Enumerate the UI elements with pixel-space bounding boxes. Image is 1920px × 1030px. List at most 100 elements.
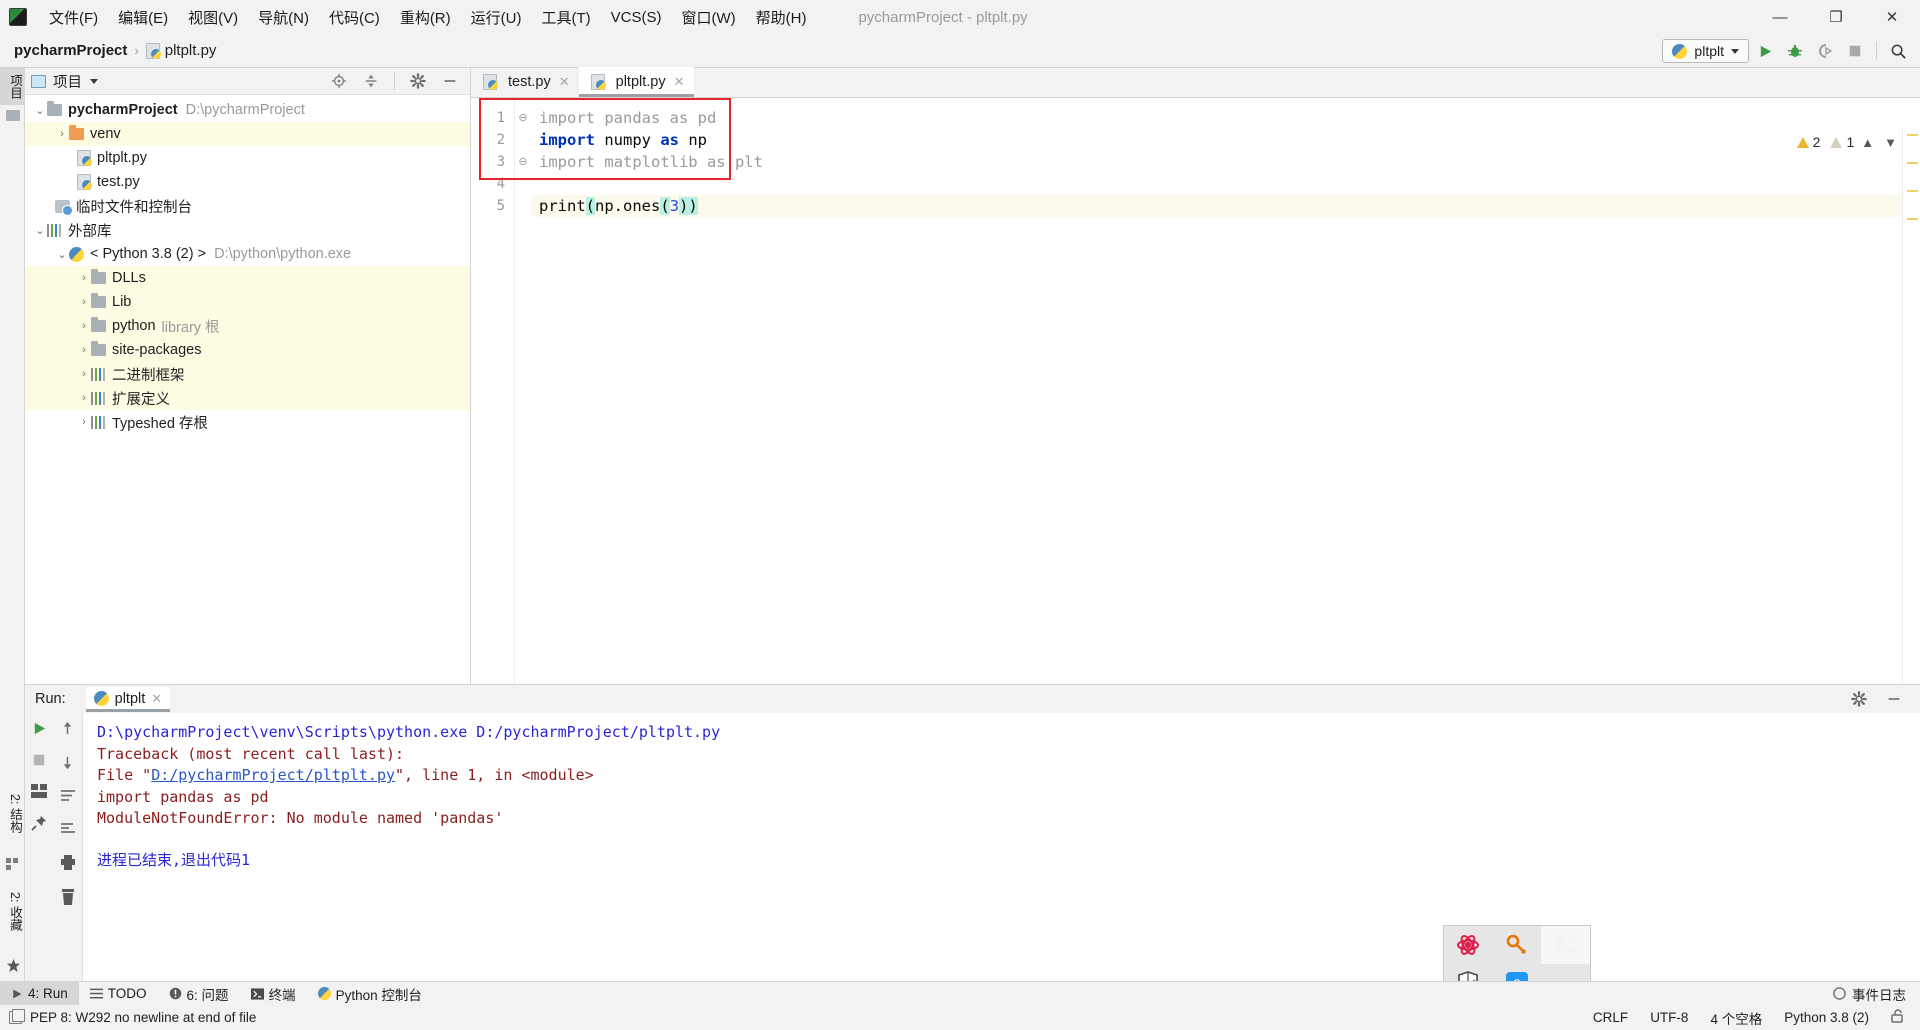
close-button[interactable]: ✕ — [1864, 0, 1920, 34]
scroll-down-button[interactable] — [60, 755, 75, 775]
chevron-right-icon[interactable]: › — [77, 416, 91, 428]
editor-tab-test-py[interactable]: test.py ✕ — [471, 67, 579, 97]
tree-row-lib[interactable]: › Lib — [25, 290, 470, 314]
fold-marker[interactable]: ⊖ — [515, 107, 531, 129]
chevron-down-icon[interactable]: ⌄ — [33, 104, 47, 117]
tree-row-test-py[interactable]: test.py — [25, 170, 470, 194]
tree-row-pycharmproject[interactable]: ⌄ pycharmProject D:\pycharmProject — [25, 98, 470, 122]
coverage-button[interactable] — [1811, 37, 1839, 65]
editor-tab-pltplt-py[interactable]: pltplt.py ✕ — [578, 67, 694, 97]
interpreter-indicator[interactable]: Python 3.8 (2) — [1784, 1010, 1869, 1025]
status-bar: PEP 8: W292 no newline at end of file CR… — [0, 1005, 1920, 1030]
chevron-down-icon[interactable]: ▼ — [1881, 135, 1900, 150]
tree-row-dlls[interactable]: › DLLs — [25, 266, 470, 290]
collapse-all-button[interactable] — [357, 67, 385, 95]
hide-panel-button[interactable] — [436, 67, 464, 95]
menu-item-help[interactable]: 帮助(H) — [746, 4, 817, 31]
tray-item-windows[interactable] — [1541, 926, 1590, 964]
sidebar-tab-structure[interactable]: 2: 结构 — [0, 788, 25, 839]
close-icon[interactable]: ✕ — [674, 74, 685, 90]
tree-row-venv[interactable]: › venv — [25, 122, 470, 146]
sidebar-tab-project[interactable]: 项目 — [0, 68, 25, 105]
run-configuration-selector[interactable]: pltplt — [1662, 39, 1749, 63]
code-text[interactable]: import pandas as pd import numpy as np i… — [479, 98, 1920, 684]
menu-item-navigate[interactable]: 导航(N) — [248, 4, 319, 31]
tree-row-pltplt-py[interactable]: pltplt.py — [25, 146, 470, 170]
chevron-down-icon[interactable]: ⌄ — [33, 224, 47, 237]
menu-item-code[interactable]: 代码(C) — [319, 4, 390, 31]
encoding-indicator[interactable]: UTF-8 — [1650, 1010, 1688, 1025]
editor-tab-label: test.py — [508, 74, 551, 90]
run-console-output[interactable]: D:\pycharmProject\venv\Scripts\python.ex… — [83, 713, 1920, 982]
tree-row-external-libraries[interactable]: ⌄ 外部库 — [25, 218, 470, 242]
indent-indicator[interactable]: 4 个空格 — [1710, 1008, 1762, 1028]
tool-window-terminal[interactable]: 终端 — [240, 982, 307, 1006]
tool-window-problems[interactable]: 6: 问题 — [158, 982, 240, 1006]
rerun-button[interactable] — [32, 721, 47, 741]
sidebar-tab-favorites[interactable]: 2: 收藏 — [0, 886, 25, 937]
code-folding-gutter[interactable]: ⊖ ⊖ — [515, 98, 531, 684]
chevron-right-icon[interactable]: › — [77, 344, 91, 356]
run-button[interactable] — [1751, 37, 1779, 65]
tray-item-atom[interactable] — [1444, 926, 1493, 964]
soft-wrap-button[interactable] — [60, 789, 76, 808]
stop-button[interactable] — [32, 753, 46, 772]
menu-item-window[interactable]: 窗口(W) — [671, 4, 745, 31]
chevron-down-icon[interactable]: ⌄ — [55, 248, 69, 261]
tool-window-todo[interactable]: TODO — [79, 982, 158, 1006]
close-icon[interactable]: ✕ — [559, 74, 570, 90]
menu-item-tools[interactable]: 工具(T) — [531, 4, 600, 31]
chevron-right-icon[interactable]: › — [77, 392, 91, 404]
minimize-button[interactable]: — — [1752, 0, 1808, 34]
tree-row-extended-definitions[interactable]: › 扩展定义 — [25, 386, 470, 410]
fold-marker[interactable]: ⊖ — [515, 151, 531, 173]
run-hide-button[interactable] — [1880, 685, 1908, 713]
locate-button[interactable] — [325, 67, 353, 95]
menu-item-refactor[interactable]: 重构(R) — [390, 4, 461, 31]
chevron-down-icon[interactable] — [90, 78, 98, 84]
debug-button[interactable] — [1781, 37, 1809, 65]
menu-item-view[interactable]: 视图(V) — [178, 4, 248, 31]
project-settings-button[interactable] — [404, 67, 432, 95]
clear-all-button[interactable] — [61, 889, 75, 910]
tool-window-run[interactable]: 4: Run — [0, 981, 79, 1006]
run-settings-button[interactable] — [1845, 685, 1873, 713]
tree-row-python-sdk[interactable]: ⌄ < Python 3.8 (2) > D:\python\python.ex… — [25, 242, 470, 266]
unlocked-padlock-icon[interactable] — [1891, 1009, 1904, 1026]
layout-button[interactable] — [31, 784, 47, 803]
search-everywhere-button[interactable] — [1884, 37, 1912, 65]
stop-button[interactable] — [1841, 37, 1869, 65]
tree-row-scratches[interactable]: 临时文件和控制台 — [25, 194, 470, 218]
tree-row-binary-skeletons[interactable]: › 二进制框架 — [25, 362, 470, 386]
menu-item-edit[interactable]: 编辑(E) — [108, 4, 178, 31]
menu-item-run[interactable]: 运行(U) — [461, 4, 532, 31]
code-editor[interactable]: 1 2 3 4 5 ⊖ ⊖ import pandas as pd import… — [471, 98, 1920, 714]
chevron-right-icon[interactable]: › — [77, 368, 91, 380]
chevron-down-icon — [1731, 48, 1739, 54]
event-log-label[interactable]: 事件日志 — [1852, 984, 1906, 1004]
run-tab-pltplt[interactable]: pltplt ✕ — [85, 686, 171, 712]
chevron-right-icon[interactable]: › — [77, 320, 91, 332]
tree-row-typeshed-stubs[interactable]: › Typeshed 存根 — [25, 410, 470, 434]
tree-row-site-packages[interactable]: › site-packages — [25, 338, 470, 362]
tool-window-python-console[interactable]: Python 控制台 — [307, 982, 433, 1006]
console-file-link[interactable]: D:/pycharmProject/pltplt.py — [151, 766, 395, 784]
tree-row-python-library-root[interactable]: › python library 根 — [25, 314, 470, 338]
menu-item-file[interactable]: 文件(F) — [39, 4, 108, 31]
chevron-right-icon[interactable]: › — [77, 296, 91, 308]
tray-item-key[interactable] — [1493, 926, 1542, 964]
breadcrumb-file[interactable]: pltplt.py — [165, 42, 217, 59]
maximize-button[interactable]: ❐ — [1808, 0, 1864, 34]
chevron-right-icon[interactable]: › — [77, 272, 91, 284]
chevron-up-icon[interactable]: ▲ — [1858, 135, 1877, 150]
print-button[interactable] — [60, 855, 76, 875]
scroll-up-button[interactable] — [60, 721, 75, 741]
chevron-right-icon[interactable]: › — [55, 128, 69, 140]
inspection-scrollbar[interactable] — [1902, 128, 1920, 714]
pin-button[interactable] — [31, 815, 47, 836]
close-icon[interactable]: ✕ — [151, 691, 162, 707]
line-separator-indicator[interactable]: CRLF — [1593, 1010, 1628, 1025]
scroll-to-end-button[interactable] — [60, 822, 76, 841]
breadcrumb-project[interactable]: pycharmProject — [14, 42, 127, 59]
menu-item-vcs[interactable]: VCS(S) — [601, 6, 672, 29]
